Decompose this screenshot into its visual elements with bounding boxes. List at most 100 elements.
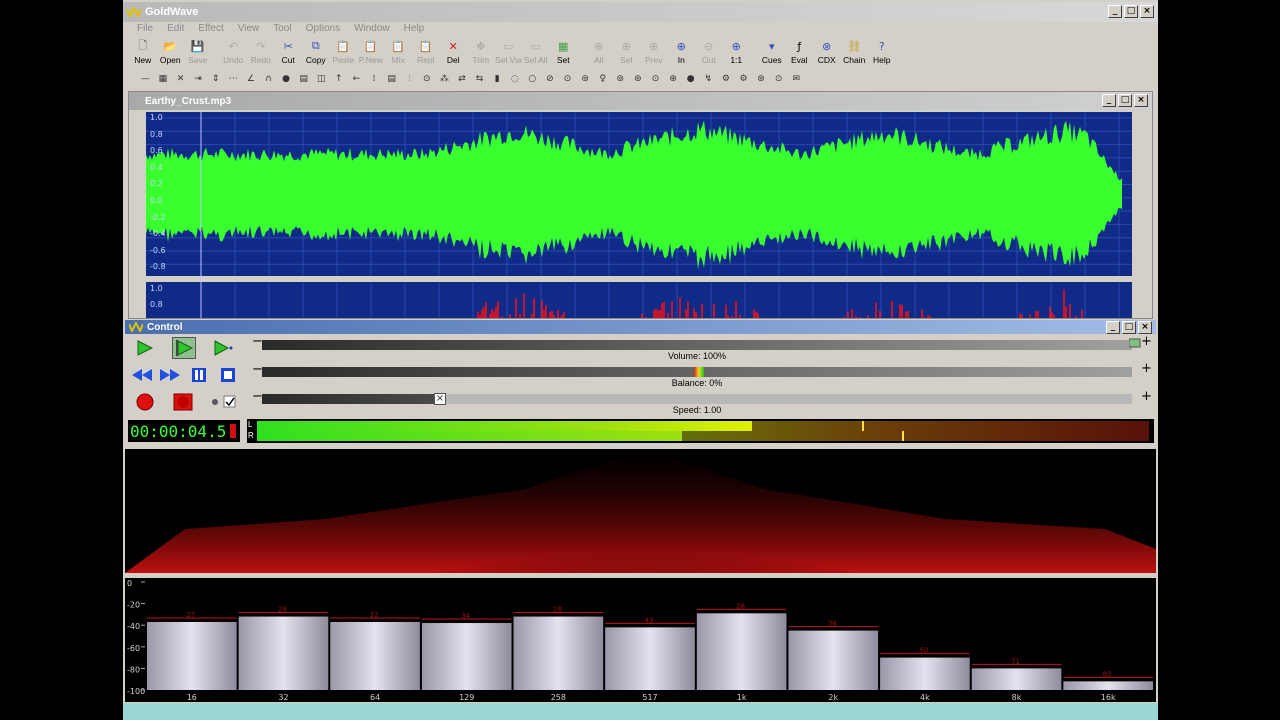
effect-tool-icon[interactable]: ⊚ [612,71,629,87]
volume-plus-button[interactable]: + [1141,335,1152,348]
play-button[interactable] [132,337,156,359]
effect-tool-icon[interactable]: ✕ [172,71,189,87]
toolbar-cut-button[interactable]: ✂ Cut [275,37,303,68]
menu-window[interactable]: Window [354,23,390,34]
toolbar-sel-vw-button[interactable]: ▭ Sel Vw [495,37,523,68]
control-maximize-button[interactable]: □ [1122,321,1136,334]
effect-tool-icon[interactable]: ⊛ [630,71,647,87]
effect-tool-icon[interactable]: ○ [524,71,541,87]
toolbar-eval-button[interactable]: ƒ Eval [786,37,814,68]
balance-plus-button[interactable]: + [1141,362,1152,375]
toolbar-out-button[interactable]: ⊖ Out [695,37,723,68]
toolbar-mix-button[interactable]: 📋 Mix [385,37,413,68]
toolbar-trim-button[interactable]: ✥ Trim [467,37,495,68]
speed-plus-button[interactable]: + [1141,390,1152,403]
effect-tool-icon[interactable]: ⊙ [647,71,664,87]
balance-slider[interactable] [262,367,1132,377]
minimize-button[interactable]: _ [1108,5,1122,18]
effect-tool-icon[interactable]: ● [682,71,699,87]
effect-tool-icon[interactable]: ✉ [788,71,805,87]
monitor-options-button[interactable] [205,391,239,413]
effect-tool-icon[interactable]: ← [348,71,365,87]
effect-tool-icon[interactable]: ◫ [313,71,330,87]
menu-edit[interactable]: Edit [167,23,184,34]
stop-button[interactable] [216,364,240,386]
menu-view[interactable]: View [238,23,260,34]
toolbar-repl-button[interactable]: 📋 Repl [412,37,440,68]
doc-minimize-button[interactable]: _ [1102,94,1116,107]
effect-tool-icon[interactable]: ⚙ [735,71,752,87]
effect-tool-icon[interactable]: ◌ [506,71,523,87]
doc-maximize-button[interactable]: □ [1118,94,1132,107]
effect-tool-icon[interactable]: ▤ [383,71,400,87]
toolbar-sel-all-button[interactable]: ▭ Sel All [522,37,550,68]
toolbar-undo-button[interactable]: ↶ Undo [220,37,248,68]
record-button[interactable] [133,391,157,413]
toolbar-new-button[interactable]: 🗋 New [129,37,157,68]
toolbar-sel-button[interactable]: ⊕ Sel [613,37,641,68]
menu-help[interactable]: Help [404,23,425,34]
effect-tool-icon[interactable]: ∠ [243,71,260,87]
menu-file[interactable]: File [137,23,153,34]
effect-tool-icon[interactable]: ▦ [155,71,172,87]
effect-tool-icon[interactable]: ⊙ [770,71,787,87]
toolbar-del-button[interactable]: ✕ Del [440,37,468,68]
toolbar-chain-button[interactable]: ⛓ Chain [841,37,869,68]
toolbar-copy-button[interactable]: ⧉ Copy [302,37,330,68]
effect-tool-icon[interactable]: ⇕ [207,71,224,87]
effect-tool-icon[interactable]: ♀ [594,71,611,87]
menu-effect[interactable]: Effect [198,23,223,34]
slider-options-icon[interactable] [1129,338,1141,348]
effect-tool-icon[interactable]: ▮ [489,71,506,87]
effect-tool-icon[interactable]: ↯ [700,71,717,87]
control-close-button[interactable]: × [1138,321,1152,334]
effect-tool-icon[interactable]: ⚙ [718,71,735,87]
toolbar-save-button[interactable]: 💾 Save [184,37,212,68]
effect-tool-icon[interactable]: ⊕ [665,71,682,87]
fast-forward-button[interactable] [158,364,182,386]
toolbar-cues-button[interactable]: ▾ Cues [758,37,786,68]
speed-thumb[interactable]: × [434,393,446,405]
play-selection-button[interactable] [172,337,196,359]
effect-tool-icon[interactable]: ↑ [331,71,348,87]
play-from-cursor-button[interactable] [211,337,235,359]
effect-tool-icon[interactable]: ⁂ [436,71,453,87]
menu-options[interactable]: Options [306,23,340,34]
effect-tool-icon[interactable]: ● [278,71,295,87]
toolbar-open-button[interactable]: 📂 Open [157,37,185,68]
waveform-view[interactable]: 1.0 0.8 0.6 0.4 0.2 0.0 -0.2 -0.4 -0.6 -0.8 1.0 0.… [146,112,1132,318]
toolbar-cdx-button[interactable]: ⊗ CDX [813,37,841,68]
effect-tool-icon[interactable]: ⫶ [401,71,418,87]
balance-thumb[interactable] [694,367,704,377]
rewind-button[interactable] [130,364,154,386]
effect-tool-icon[interactable]: ⇥ [190,71,207,87]
waveform-canvas[interactable] [146,112,1132,318]
toolbar-in-button[interactable]: ⊕ In [668,37,696,68]
toolbar-prev-button[interactable]: ⊕ Prev [640,37,668,68]
toolbar-all-button[interactable]: ⊕ All [585,37,613,68]
effect-tool-icon[interactable]: ⇆ [471,71,488,87]
effect-tool-icon[interactable]: ⇄ [454,71,471,87]
effect-tool-icon[interactable]: ⊛ [753,71,770,87]
maximize-button[interactable]: □ [1124,5,1138,18]
left-channel-waveform[interactable] [146,120,1122,270]
volume-slider[interactable] [262,340,1132,350]
toolbar-1-1-button[interactable]: ⊕ 1:1 [723,37,751,68]
menu-tool[interactable]: Tool [273,23,291,34]
control-minimize-button[interactable]: _ [1106,321,1120,334]
toolbar-help-button[interactable]: ? Help [868,37,896,68]
effect-tool-icon[interactable]: ⊚ [577,71,594,87]
effect-tool-icon[interactable]: ⊙ [559,71,576,87]
record-selection-button[interactable] [171,391,195,413]
toolbar-p-new-button[interactable]: 📋 P.New [357,37,385,68]
toolbar-paste-button[interactable]: 📋 Paste [330,37,358,68]
toolbar-redo-button[interactable]: ↷ Redo [247,37,275,68]
effect-tool-icon[interactable]: — [137,71,154,87]
close-button[interactable]: × [1140,5,1154,18]
doc-close-button[interactable]: × [1134,94,1148,107]
document-window[interactable]: Earthy_Crust.mp3 _ □ × 1.0 0.8 0.6 0.4 0.2 0.… [128,91,1153,319]
toolbar-set-button[interactable]: ▦ Set [550,37,578,68]
effect-tool-icon[interactable]: ∩ [260,71,277,87]
effect-tool-icon[interactable]: ▤ [295,71,312,87]
effect-tool-icon[interactable]: ⁞ [366,71,383,87]
